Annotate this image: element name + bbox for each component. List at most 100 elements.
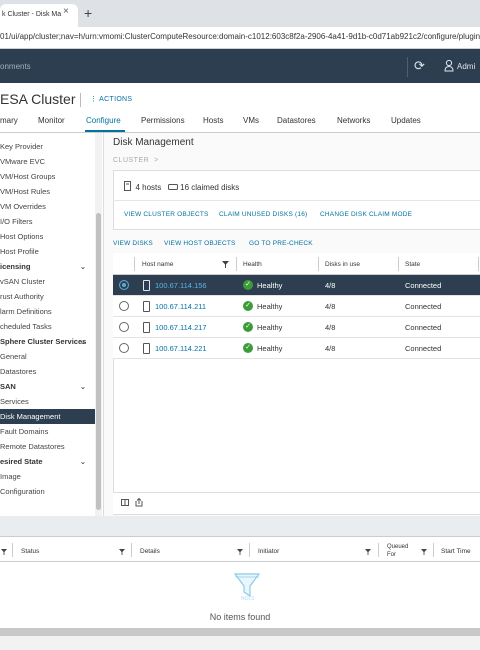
user-icon[interactable] [444, 59, 454, 72]
sidebar-group[interactable]: icensing ⌄ [0, 259, 96, 274]
sidebar-item[interactable]: Remote Datastores [0, 439, 96, 454]
sidebar-item[interactable]: I/O Filters [0, 214, 96, 229]
column-status[interactable]: Status [21, 548, 39, 555]
sidebar-item[interactable]: Configuration [0, 484, 96, 499]
view-disks-link[interactable]: VIEW DISKS [113, 240, 153, 247]
sidebar-group[interactable]: esired State ⌄ [0, 454, 96, 469]
filter-icon[interactable] [421, 549, 427, 555]
disk-icon [167, 184, 178, 190]
column-state[interactable]: State [405, 261, 420, 268]
column-disks-in-use[interactable]: Disks in use [325, 261, 360, 268]
filter-icon[interactable] [237, 549, 243, 555]
title-divider [80, 93, 81, 107]
disks-in-use: 4/8 [325, 344, 336, 353]
column-health[interactable]: Health [243, 261, 262, 268]
column-host-name[interactable]: Host name [142, 261, 173, 268]
sidebar-item-label: General [0, 352, 27, 361]
new-tab-icon[interactable]: + [84, 5, 92, 21]
column-start-time[interactable]: Start Time [441, 548, 471, 555]
connection-state: Connected [405, 302, 442, 311]
column-divider [398, 257, 399, 271]
sidebar-item[interactable]: Image [0, 469, 96, 484]
view-cluster-objects-link[interactable]: VIEW CLUSTER OBJECTS [124, 211, 209, 218]
sidebar-item[interactable]: Key Provider [0, 139, 96, 154]
sidebar-item[interactable]: General [0, 349, 96, 364]
empty-state-message: No items found [209, 612, 271, 622]
tab-updates[interactable]: Updates [391, 116, 421, 125]
breadcrumb-cluster: CLUSTER [113, 157, 150, 164]
host-name-link[interactable]: 100.67.114.156 [155, 281, 207, 290]
sidebar-item[interactable]: VM Overrides [0, 199, 96, 214]
column-queued-for[interactable]: Queued For [387, 543, 408, 559]
row-radio[interactable] [119, 322, 129, 332]
sidebar-scroll-thumb[interactable] [96, 213, 101, 510]
sidebar-item[interactable]: Fault Domains [0, 424, 96, 439]
tab-monitor[interactable]: Monitor [38, 116, 65, 125]
user-menu[interactable]: Admi [457, 62, 475, 71]
sidebar-item[interactable]: Disk Management [0, 409, 96, 424]
go-to-precheck-link[interactable]: GO TO PRE-CHECK [249, 240, 313, 247]
row-radio[interactable] [119, 280, 129, 290]
sidebar-item-label: Remote Datastores [0, 442, 65, 451]
host-name-link[interactable]: 100.67.114.211 [155, 302, 206, 311]
connection-state: Connected [405, 344, 442, 353]
sidebar-group[interactable]: Sphere Cluster Services ⌄ [0, 334, 96, 349]
row-radio[interactable] [119, 343, 129, 353]
close-tab-icon[interactable]: × [63, 6, 69, 17]
chevron-down-icon[interactable]: ⌄ [80, 338, 86, 346]
row-radio[interactable] [119, 301, 129, 311]
disks-in-use: 4/8 [325, 302, 336, 311]
column-toggle-icon[interactable] [121, 499, 129, 506]
sidebar-item[interactable]: Datastores [0, 364, 96, 379]
tab-configure[interactable]: Configure [86, 116, 121, 125]
sidebar-item[interactable]: VM/Host Rules [0, 184, 96, 199]
sidebar-item[interactable]: vSAN Cluster [0, 274, 96, 289]
chevron-down-icon[interactable]: ⌄ [80, 263, 86, 271]
chevron-down-icon[interactable]: ⌄ [80, 458, 86, 466]
tab-vms[interactable]: VMs [243, 116, 259, 125]
sidebar-item[interactable]: Host Options [0, 229, 96, 244]
header-divider [407, 57, 408, 77]
tab-permissions[interactable]: Permissions [141, 116, 185, 125]
sidebar-item[interactable]: VM/Host Groups [0, 169, 96, 184]
actions-menu[interactable]: ⋮ ACTIONS [90, 95, 132, 103]
card-divider [113, 200, 480, 201]
sidebar-item-label: vSAN Cluster [0, 277, 46, 286]
refresh-icon[interactable]: ⟳ [414, 58, 425, 74]
address-bar[interactable]: 01/ui/app/cluster;nav=h/urn:vmomi:Cluste… [0, 27, 480, 49]
export-icon[interactable] [135, 498, 143, 507]
bottom-scrollbar[interactable] [0, 628, 480, 636]
hosts-count: 4 hosts [135, 183, 162, 192]
column-details[interactable]: Details [140, 548, 160, 555]
tab-networks[interactable]: Networks [337, 116, 370, 125]
url-text[interactable]: 01/ui/app/cluster;nav=h/urn:vmomi:Cluste… [0, 32, 480, 41]
sidebar-item[interactable]: VMware EVC [0, 154, 96, 169]
column-divider [134, 257, 135, 271]
filter-icon[interactable] [365, 549, 371, 555]
view-host-objects-link[interactable]: VIEW HOST OBJECTS [164, 240, 236, 247]
filter-icon[interactable] [222, 261, 229, 268]
sidebar-item[interactable]: Host Profile [0, 244, 96, 259]
tab-datastores[interactable]: Datastores [277, 116, 316, 125]
health-status: Healthy [257, 302, 283, 311]
filter-icon[interactable] [1, 549, 7, 555]
column-initiator[interactable]: Initiator [258, 548, 279, 555]
claim-unused-disks-link[interactable]: CLAIM UNUSED DISKS (16) [219, 211, 307, 218]
sidebar-item[interactable]: cheduled Tasks [0, 319, 96, 334]
sidebar-item[interactable]: Services [0, 394, 96, 409]
chevron-down-icon[interactable]: ⌄ [80, 383, 86, 391]
change-disk-claim-mode-link[interactable]: CHANGE DISK CLAIM MODE [320, 211, 412, 218]
filter-icon[interactable] [119, 549, 125, 555]
sidebar-item-label: SAN [0, 382, 16, 391]
tab-summary[interactable]: mary [0, 116, 18, 125]
sidebar-item-label: icensing [0, 262, 31, 271]
disks-in-use: 4/8 [325, 323, 336, 332]
host-name-link[interactable]: 100.67.114.217 [155, 323, 207, 332]
sidebar-group[interactable]: SAN ⌄ [0, 379, 96, 394]
tab-hosts[interactable]: Hosts [203, 116, 223, 125]
grid-footer [113, 492, 480, 514]
sidebar-item[interactable]: rust Authority [0, 289, 96, 304]
host-name-link[interactable]: 100.67.114.221 [155, 344, 207, 353]
panel-splitter[interactable] [0, 516, 480, 536]
sidebar-item[interactable]: larm Definitions [0, 304, 96, 319]
